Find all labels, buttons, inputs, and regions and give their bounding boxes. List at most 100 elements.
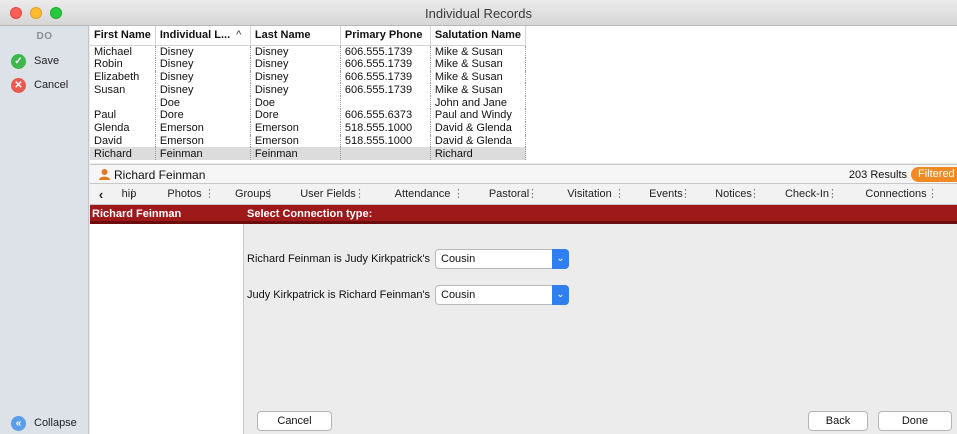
table-cell: 606.555.6373 — [340, 108, 431, 122]
table-cell: Feinman — [250, 147, 341, 161]
record-name: Richard Feinman — [114, 168, 206, 182]
connection-list[interactable] — [90, 224, 244, 434]
tab-notices[interactable]: Notices ⋮ — [699, 184, 768, 205]
records-table: First Name Individual L... ^ Last Name Pr… — [90, 26, 527, 161]
column-header-primary-phone[interactable]: Primary Phone — [340, 26, 431, 46]
table-cell: Dore — [250, 108, 341, 122]
table-cell: 606.555.1739 — [340, 70, 431, 84]
results-count: 203 Results — [848, 169, 907, 181]
connection-type-select-1[interactable]: Cousin ⌄ — [435, 249, 569, 269]
table-row[interactable]: Susan Disney Disney 606.555.1739 Mike & Susa… — [90, 83, 527, 97]
checkmark-icon: ✓ — [11, 53, 26, 69]
person-icon — [99, 169, 110, 180]
connection-label-1: Richard Feinman is Judy Kirkpatrick's — [247, 253, 431, 265]
tabs-scroll-left-icon[interactable]: ‹ — [90, 184, 112, 205]
table-cell: Disney — [250, 83, 341, 97]
tab-photos[interactable]: Photos ⋮ — [146, 184, 223, 205]
connection-type-select-2[interactable]: Cousin ⌄ — [435, 285, 569, 305]
filtered-badge[interactable]: Filtered — [911, 167, 957, 182]
table-cell: Doe — [250, 96, 341, 109]
table-cell: Mike & Susan — [430, 45, 527, 58]
table-row[interactable]: Elizabeth Disney Disney 606.555.1739 Mike & … — [90, 70, 527, 84]
table-cell: Mike & Susan — [430, 57, 527, 71]
table-row[interactable]: Paul Dore Dore 606.555.6373 Paul and Windy — [90, 108, 527, 122]
chevron-down-icon: ⌄ — [552, 249, 569, 269]
chevron-down-icon: ⌄ — [552, 285, 569, 305]
table-cell: Disney — [250, 70, 341, 84]
connection-prompt: Select Connection type: — [247, 208, 373, 220]
table-cell: Disney — [155, 45, 251, 58]
table-row[interactable]: Robin Disney Disney 606.555.1739 Mike & Susa… — [90, 57, 527, 71]
table-cell: Mike & Susan — [430, 83, 527, 97]
save-button[interactable]: ✓ Save — [11, 52, 59, 70]
column-header-last-name[interactable]: Last Name — [250, 26, 341, 46]
tab-user-fields[interactable]: User Fields ⋮ — [283, 184, 373, 205]
tab-visitation[interactable]: Visitation ⋮ — [546, 184, 633, 205]
table-cell: Mike & Susan — [430, 70, 527, 84]
table-cell: John and Jane — [430, 96, 527, 109]
table-cell: Disney — [155, 83, 251, 97]
table-cell: Emerson — [155, 134, 251, 148]
individual-records-window: Individual Records DO ✓ Save ✕ Cancel « … — [0, 0, 957, 434]
record-header-bar: Richard Feinman 203 Results Filtered — [90, 164, 957, 184]
cancel-button[interactable]: Cancel — [257, 411, 332, 431]
table-cell: Dore — [155, 108, 251, 122]
connection-type-value-1: Cousin — [441, 253, 476, 265]
column-header-salutation-name[interactable]: Salutation Name — [430, 26, 527, 46]
table-cell: Richard — [430, 147, 527, 161]
table-cell: 518.555.1000 — [340, 121, 431, 135]
connection-row-2: Judy Kirkpatrick is Richard Feinman's Co… — [247, 285, 569, 305]
save-label: Save — [34, 55, 60, 67]
table-header-row: First Name Individual L... ^ Last Name Pr… — [90, 26, 527, 46]
table-cell: Michael — [90, 45, 156, 58]
records-table-area: First Name Individual L... ^ Last Name Pr… — [90, 26, 957, 163]
connection-label-2: Judy Kirkpatrick is Richard Feinman's — [247, 289, 431, 301]
cancel-sidebar-button[interactable]: ✕ Cancel — [11, 76, 68, 94]
sort-ascending-icon: ^ — [236, 29, 242, 42]
tab-connections[interactable]: Connections ⋮ — [846, 184, 946, 205]
table-cell: Emerson — [155, 121, 251, 135]
connection-person: Richard Feinman — [92, 208, 182, 220]
title-bar: Individual Records — [0, 0, 957, 26]
tab-attendance[interactable]: Attendance ⋮ — [373, 184, 472, 205]
table-row[interactable]: Doe Doe John and Jane — [90, 96, 527, 109]
table-row[interactable]: Glenda Emerson Emerson 518.555.1000 David & … — [90, 121, 527, 135]
column-header-individual-last[interactable]: Individual L... ^ — [155, 26, 251, 46]
table-cell: Feinman — [155, 147, 251, 161]
collapse-button[interactable]: « Collapse — [11, 414, 77, 432]
tab-events[interactable]: Events ⋮ — [633, 184, 699, 205]
done-button[interactable]: Done — [878, 411, 952, 431]
table-cell: 606.555.1739 — [340, 83, 431, 97]
table-cell: Glenda — [90, 121, 156, 135]
table-cell: Disney — [155, 57, 251, 71]
action-sidebar: DO ✓ Save ✕ Cancel « Collapse — [0, 26, 89, 434]
table-row[interactable]: David Emerson Emerson 518.555.1000 David & G… — [90, 134, 527, 148]
table-cell — [90, 96, 156, 109]
tab-pastoral[interactable]: Pastoral ⋮ — [472, 184, 546, 205]
table-cell: Paul and Windy — [430, 108, 527, 122]
connection-row-1: Richard Feinman is Judy Kirkpatrick's Co… — [247, 249, 569, 269]
table-row[interactable]: Richard Feinman Feinman Richard — [90, 147, 527, 161]
window-title: Individual Records — [425, 6, 532, 21]
double-chevron-left-icon: « — [11, 415, 26, 431]
column-header-first-name[interactable]: First Name — [90, 26, 156, 46]
cancel-label: Cancel — [34, 79, 69, 91]
sidebar-header: DO — [36, 31, 53, 42]
back-button[interactable]: Back — [808, 411, 868, 431]
table-cell: Disney — [155, 70, 251, 84]
tab-relationship[interactable]: hip ⋮ — [112, 184, 146, 205]
table-cell: David — [90, 134, 156, 148]
table-cell: Elizabeth — [90, 70, 156, 84]
table-row[interactable]: Michael Disney Disney 606.555.1739 Mike & Su… — [90, 45, 527, 58]
table-cell: David & Glenda — [430, 121, 527, 135]
table-cell — [340, 147, 431, 161]
tab-check-in[interactable]: Check-In ⋮ — [768, 184, 846, 205]
connection-header: Richard Feinman Select Connection type: — [90, 205, 957, 224]
table-cell: Disney — [250, 57, 341, 71]
table-cell: Robin — [90, 57, 156, 71]
table-cell — [340, 96, 431, 109]
table-cell: 518.555.1000 — [340, 134, 431, 148]
collapse-label: Collapse — [34, 417, 77, 429]
close-icon: ✕ — [11, 77, 26, 93]
tab-groups[interactable]: Groups ⋮ — [223, 184, 283, 205]
